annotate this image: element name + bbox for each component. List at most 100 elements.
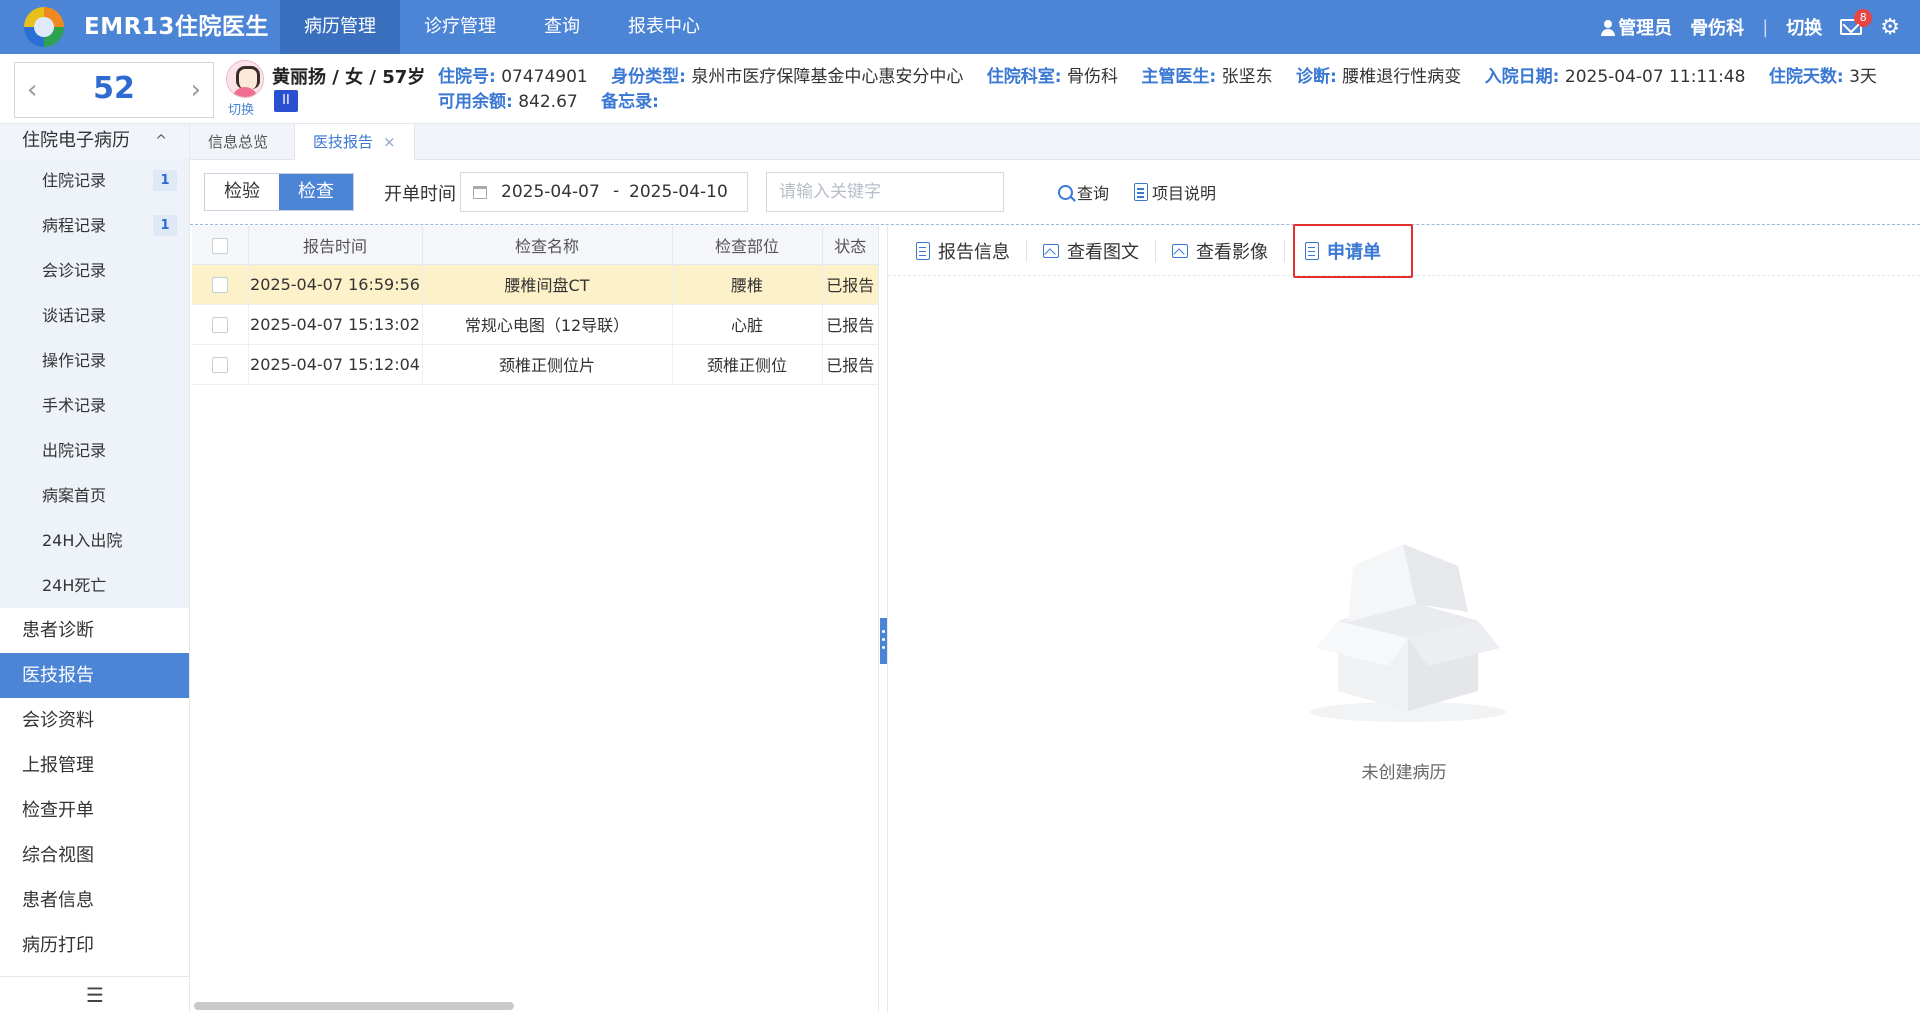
sidebar-subitem-24h-death[interactable]: 24H死亡 bbox=[0, 563, 189, 608]
date-to: 2025-04-10 bbox=[629, 182, 728, 202]
diagnosis: 腰椎退行性病变 bbox=[1342, 67, 1462, 87]
type-segmented-control: 检验 检查 bbox=[204, 173, 354, 211]
col-report-time[interactable]: 报告时间 bbox=[248, 226, 423, 265]
collapse-menu-icon[interactable]: ☰ bbox=[0, 976, 190, 1012]
inpatient-number: 07474901 bbox=[501, 67, 588, 87]
sidebar-subitem-operation-record[interactable]: 操作记录 bbox=[0, 338, 189, 383]
table-row[interactable]: 2025-04-07 15:12:04 颈椎正侧位片 颈椎正侧位 已报告 bbox=[192, 344, 878, 385]
help-label: 项目说明 bbox=[1152, 184, 1217, 203]
stay-days: 3天 bbox=[1849, 67, 1877, 87]
cell-report-time: 2025-04-07 15:13:02 bbox=[248, 304, 423, 345]
sidebar-group-emr[interactable]: 住院电子病历 ^ bbox=[0, 124, 189, 158]
sidebar-item-overview[interactable]: 综合视图 bbox=[0, 833, 189, 878]
cell-exam-part: 心脏 bbox=[672, 304, 823, 345]
sidebar-subitem-label: 住院记录 bbox=[42, 171, 107, 190]
patient-fields: 住院号: 07474901 身份类型: 泉州市医疗保障基金中心惠安分中心 住院科… bbox=[438, 65, 1898, 115]
sidebar-item-tech-report[interactable]: 医技报告 bbox=[0, 653, 189, 698]
row-checkbox[interactable] bbox=[211, 277, 228, 293]
tab-request-form[interactable]: 申请单 bbox=[1293, 223, 1413, 278]
nav-tab-query[interactable]: 查询 bbox=[520, 0, 604, 54]
document-icon bbox=[1305, 241, 1319, 260]
date-range-picker[interactable]: 2025-04-07 - 2025-04-10 bbox=[460, 172, 748, 212]
admission-date: 2025-04-07 11:11:48 bbox=[1564, 67, 1746, 87]
switch-patient-link[interactable]: 切换 bbox=[228, 99, 254, 118]
seg-exam-button[interactable]: 检查 bbox=[279, 174, 353, 210]
app-logo-icon bbox=[24, 7, 64, 47]
memo-label[interactable]: 备忘录: bbox=[601, 92, 659, 112]
table-row[interactable]: 2025-04-07 15:13:02 常规心电图（12导联） 心脏 已报告 bbox=[192, 304, 878, 345]
cell-exam-name: 腰椎间盘CT bbox=[422, 264, 673, 305]
row-checkbox-cell bbox=[192, 344, 249, 385]
col-status[interactable]: 状态 bbox=[822, 226, 878, 265]
panel-splitter[interactable] bbox=[878, 226, 888, 1012]
field-label: 住院号: bbox=[438, 67, 496, 87]
select-all-checkbox[interactable] bbox=[211, 237, 228, 254]
sidebar-subitem-talk-record[interactable]: 谈话记录 bbox=[0, 293, 189, 338]
nav-tab-records[interactable]: 病历管理 bbox=[280, 0, 400, 54]
field-label: 入院日期: bbox=[1484, 67, 1560, 87]
bed-number: 52 bbox=[93, 71, 135, 106]
col-exam-part[interactable]: 检查部位 bbox=[672, 226, 823, 265]
report-table: 报告时间 检查名称 检查部位 状态 2025-04-07 16:59:56 腰椎… bbox=[192, 226, 878, 385]
tab-label: 查看图文 bbox=[1067, 241, 1139, 263]
document-icon bbox=[916, 241, 930, 260]
field-label: 主管医生: bbox=[1141, 67, 1217, 87]
next-bed-button[interactable]: › bbox=[191, 75, 201, 105]
sidebar-item-patient-info[interactable]: 患者信息 bbox=[0, 878, 189, 923]
sidebar-subitem-progress-note[interactable]: 病程记录 1 bbox=[0, 203, 189, 248]
sidebar-item-reporting[interactable]: 上报管理 bbox=[0, 743, 189, 788]
tab-view-graphic[interactable]: 查看图文 bbox=[1027, 239, 1156, 263]
report-detail-panel: 报告信息 查看图文 查看影像 申请单 未创建病历 bbox=[888, 223, 1920, 1012]
query-label: 查询 bbox=[1077, 184, 1110, 203]
row-checkbox[interactable] bbox=[211, 357, 228, 373]
sidebar-item-diagnosis[interactable]: 患者诊断 bbox=[0, 608, 189, 653]
tab-view-image[interactable]: 查看影像 bbox=[1156, 239, 1285, 263]
sidebar-subitem-label: 病程记录 bbox=[42, 216, 107, 235]
gear-icon[interactable]: ⚙ bbox=[1880, 15, 1900, 40]
field-label: 住院天数: bbox=[1768, 67, 1844, 87]
dept-selector[interactable]: 骨伤科 bbox=[1690, 14, 1744, 40]
cell-exam-name: 颈椎正侧位片 bbox=[422, 344, 673, 385]
tab-report-info[interactable]: 报告信息 bbox=[916, 239, 1027, 263]
sidebar-subitem-24h-admit-discharge[interactable]: 24H入出院 bbox=[0, 518, 189, 563]
sidebar-item-consult-data[interactable]: 会诊资料 bbox=[0, 698, 189, 743]
filter-toolbar: 检验 检查 开单时间 2025-04-07 - 2025-04-10 查询 项目… bbox=[190, 160, 1920, 224]
item-help-button[interactable]: 项目说明 bbox=[1134, 180, 1216, 204]
patient-name: 黄丽扬 / 女 / 57岁 bbox=[272, 67, 426, 88]
header-user-area: 管理员 骨伤科 | 切换 8 ⚙ bbox=[1601, 0, 1900, 54]
sidebar-subitem-discharge-record[interactable]: 出院记录 bbox=[0, 428, 189, 473]
seg-lab-button[interactable]: 检验 bbox=[205, 174, 279, 210]
header-separator: | bbox=[1762, 16, 1769, 38]
table-horizontal-scrollbar[interactable] bbox=[194, 1002, 514, 1010]
row-checkbox-cell bbox=[192, 264, 249, 305]
detail-tabs: 报告信息 查看图文 查看影像 申请单 bbox=[888, 223, 1920, 278]
sidebar-item-print[interactable]: 病历打印 bbox=[0, 923, 189, 968]
close-icon[interactable]: × bbox=[383, 133, 396, 151]
table-row[interactable]: 2025-04-07 16:59:56 腰椎间盘CT 腰椎 已报告 bbox=[192, 264, 878, 305]
tab-tech-report[interactable]: 医技报告 × bbox=[294, 124, 415, 160]
patient-fields-row1: 住院号: 07474901 身份类型: 泉州市医疗保障基金中心惠安分中心 住院科… bbox=[438, 65, 1898, 90]
tab-label: 申请单 bbox=[1327, 241, 1381, 263]
search-icon bbox=[1058, 184, 1073, 200]
sidebar-item-exam-order[interactable]: 检查开单 bbox=[0, 788, 189, 833]
bed-switcher: ‹ 52 › bbox=[14, 62, 214, 118]
sidebar-subitem-consult-record[interactable]: 会诊记录 bbox=[0, 248, 189, 293]
drag-handle-icon[interactable] bbox=[880, 618, 887, 664]
nav-tab-reports[interactable]: 报表中心 bbox=[604, 0, 724, 54]
keyword-search-input[interactable] bbox=[766, 172, 1004, 212]
date-separator: - bbox=[613, 181, 620, 201]
switch-dept-button[interactable]: 切换 bbox=[1786, 14, 1822, 40]
nav-tab-treatment[interactable]: 诊疗管理 bbox=[400, 0, 520, 54]
mail-icon[interactable]: 8 bbox=[1840, 9, 1873, 35]
sidebar-subitem-case-front-page[interactable]: 病案首页 bbox=[0, 473, 189, 518]
sidebar-subitem-admission-record[interactable]: 住院记录 1 bbox=[0, 158, 189, 203]
col-exam-name[interactable]: 检查名称 bbox=[422, 226, 673, 265]
user-menu[interactable]: 管理员 bbox=[1601, 14, 1672, 40]
query-button[interactable]: 查询 bbox=[1058, 180, 1109, 204]
sidebar-subitem-surgery-record[interactable]: 手术记录 bbox=[0, 383, 189, 428]
row-checkbox[interactable] bbox=[211, 317, 228, 333]
top-nav-bar: EMR13住院医生 病历管理 诊疗管理 查询 报表中心 管理员 骨伤科 | 切换… bbox=[0, 0, 1920, 54]
report-table-area: 报告时间 检查名称 检查部位 状态 2025-04-07 16:59:56 腰椎… bbox=[192, 226, 878, 1012]
table-header-row: 报告时间 检查名称 检查部位 状态 bbox=[192, 226, 878, 265]
tab-overview[interactable]: 信息总览 bbox=[190, 124, 286, 160]
